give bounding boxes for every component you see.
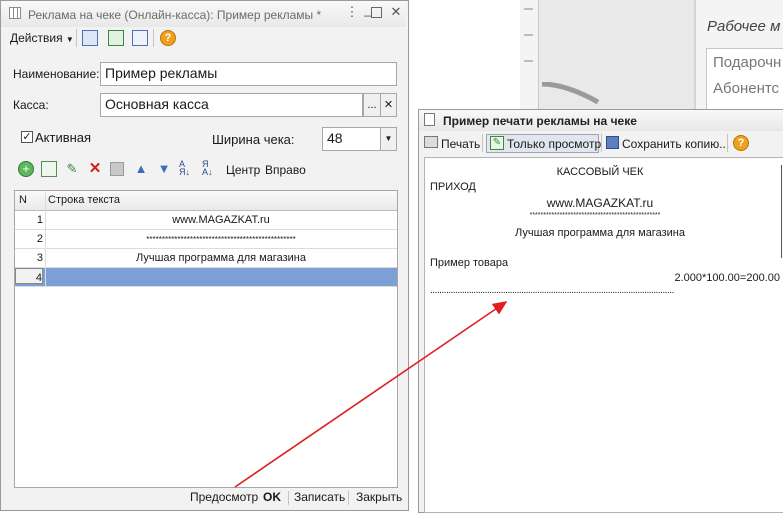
print-button[interactable]: Печать [441,137,480,151]
column-header-text[interactable]: Строка текста [48,194,120,206]
disabled-icon [110,162,124,176]
row-text[interactable]: ****************************************… [47,235,395,244]
save-copy-button[interactable]: Сохранить копию... [622,137,729,151]
view-only-label: Только просмотр [507,137,602,151]
background-decoration [541,82,600,104]
active-checkbox[interactable]: ✓ [21,131,33,143]
go-back-icon[interactable] [82,30,98,46]
add-row-icon[interactable]: + [18,161,34,177]
row-number: 2 [36,233,43,245]
row-text[interactable]: Лучшая программа для магазина [47,252,395,264]
receipt-item-calc: 2.000*100.00=200.00 [674,272,780,284]
delete-icon[interactable]: ✕ [87,161,103,177]
printer-icon[interactable] [424,136,438,148]
sort-asc-icon[interactable]: А Я↓ [179,160,195,177]
background-title: Рабочее м [707,18,781,35]
sort-desc-icon[interactable]: Я А↓ [202,160,218,177]
page-edge [781,165,782,258]
chevron-down-icon[interactable]: ▼ [380,127,397,151]
move-down-icon[interactable]: ▼ [156,161,172,177]
name-input[interactable]: Пример рекламы [100,62,397,86]
close-icon[interactable]: ✕ [389,5,403,19]
cash-label: Касса: [13,98,49,112]
edit-icon[interactable]: ✎ [64,161,80,177]
row-number: 1 [36,214,43,226]
width-label: Ширина чека: [212,132,295,147]
center-button[interactable]: Центр [226,163,260,177]
width-input[interactable]: 48 [322,127,382,151]
actions-label: Действия [10,31,63,45]
help-icon[interactable]: ? [160,30,176,46]
row-text[interactable]: www.MAGAZKAT.ru [47,214,395,226]
close-button[interactable]: Закрыть [356,490,402,504]
ok-button[interactable]: OK [263,490,281,504]
receipt-ad-line: Лучшая программа для магазина [515,227,685,239]
text-lines-table: N Строка текста 1 www.MAGAZKAT.ru 2 ****… [14,190,398,488]
receipt-ad-line: www.MAGAZKAT.ru [546,196,654,210]
receipt-separator: ........................................… [430,285,674,296]
background-window-scroll-strip [520,0,539,110]
menu-icon[interactable]: ⋮ [345,5,359,19]
table-row[interactable]: 3 Лучшая программа для магазина [15,249,397,268]
refresh-icon[interactable] [108,30,124,46]
preview-button[interactable]: Предосмотр [190,490,258,504]
help-icon[interactable]: ? [733,135,749,151]
receipt-preview [424,157,783,513]
column-divider [45,191,46,287]
maximize-icon[interactable] [371,7,382,18]
receipt-item-name: Пример товара [430,257,509,269]
receipt-heading: КАССОВЫЙ ЧЕК [556,166,644,178]
table-header: N Строка текста [15,191,397,211]
cash-input[interactable]: Основная касса [100,93,363,117]
background-list-item[interactable]: Абонентс [713,80,779,97]
table-row[interactable]: 1 www.MAGAZKAT.ru [15,211,397,230]
chevron-down-icon: ▼ [65,35,74,44]
move-up-icon[interactable]: ▲ [133,161,149,177]
copy-row-icon[interactable] [41,161,57,177]
actions-menu[interactable]: Действия ▼ [10,31,74,45]
cash-clear-button[interactable]: ✕ [380,93,397,117]
table-row[interactable]: 2 **************************************… [15,230,397,249]
receipt-ad-line: ****************************************… [529,212,661,219]
window-icon [9,7,21,19]
row-number: 4 [15,268,43,284]
receipt-type: ПРИХОД [430,181,476,193]
cash-select-button[interactable]: ... [363,93,381,117]
copy-icon[interactable] [132,30,148,46]
save-icon[interactable] [606,136,619,149]
window-title: Пример печати рекламы на чеке [443,114,637,128]
edit-lock-icon: ✎ [490,136,504,150]
save-button[interactable]: Записать [294,490,345,504]
name-label: Наименование: [13,67,100,81]
column-header-n[interactable]: N [19,194,27,206]
row-number: 3 [36,252,43,264]
document-icon [424,113,435,126]
active-label: Активная [35,130,92,145]
background-list-item[interactable]: Подарочн [713,54,781,71]
window-title: Реклама на чеке (Онлайн-касса): Пример р… [28,8,322,22]
right-align-button[interactable]: Вправо [265,163,306,177]
table-row-selected[interactable]: 4 [15,268,397,287]
